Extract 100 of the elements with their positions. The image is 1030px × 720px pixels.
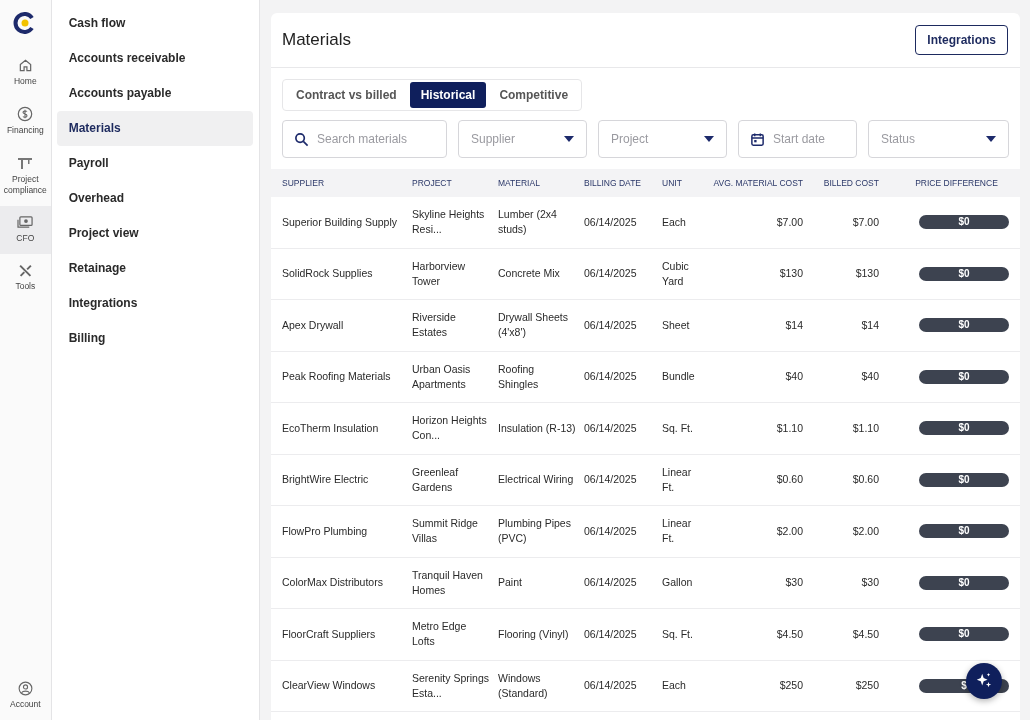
sidebar-item[interactable]: Materials <box>56 111 253 146</box>
cost-cell-text: $0.60 <box>775 472 803 488</box>
date-cell-text: 06/14/2025 <box>584 420 638 436</box>
cost-cell-text: $40 <box>860 369 879 385</box>
material-cell-text: Roofing Shingles <box>498 361 540 392</box>
cost-cell-text: $4.50 <box>775 626 803 642</box>
material-cell-text: Flooring (Vinyl) <box>498 626 570 642</box>
sidebar-item[interactable]: Overhead <box>56 181 253 216</box>
supplier-cell-text: Superior Building Supply <box>282 214 398 230</box>
account-icon <box>17 680 33 696</box>
material-cell-text: Paint <box>498 575 523 591</box>
date-cell-text: 06/14/2025 <box>584 266 638 282</box>
material-cell-text: Plumbing Pipes (PVC) <box>498 516 572 547</box>
unit-cell-text: Bundle <box>662 369 696 385</box>
rail-item[interactable]: Project compliance <box>0 146 51 207</box>
project-cell-text: Riverside Estates <box>412 310 457 341</box>
cost-cell-text: $0.60 <box>851 472 879 488</box>
price-difference-badge: $0 <box>919 627 1009 642</box>
dollar-icon <box>17 106 34 123</box>
project-cell-text: Greenleaf Gardens <box>412 464 460 495</box>
cost-cell-text: $40 <box>784 369 803 385</box>
supplier-cell-text: ColorMax Distributors <box>282 575 384 591</box>
search-icon <box>294 131 309 147</box>
price-difference-badge: $0 <box>919 215 1009 230</box>
caret-icon <box>704 136 714 142</box>
cost-cell-text: $2.00 <box>851 523 879 539</box>
column-header: BILLED COST <box>822 178 879 188</box>
column-header: SUPPLIER <box>282 178 326 188</box>
column-header: BILLING DATE <box>584 178 642 188</box>
integrations-button[interactable]: Integrations <box>915 25 1008 55</box>
supplier-cell-text: BrightWire Electric <box>282 472 370 488</box>
supplier-cell-text: Apex Drywall <box>282 317 345 333</box>
account-item[interactable]: Account <box>0 671 51 720</box>
price-difference-badge: $0 <box>919 421 1009 436</box>
project-cell-text: Tranquil Haven Homes <box>412 567 484 598</box>
price-difference-badge: $0 <box>919 524 1009 539</box>
unit-cell-text: Each <box>662 214 687 230</box>
project-cell-text: Urban Oasis Apartments <box>412 361 472 392</box>
cost-cell-text: $250 <box>778 678 803 694</box>
cash-icon <box>16 215 34 231</box>
rail-label: Financing <box>5 125 45 137</box>
calendar-icon <box>750 131 765 147</box>
price-difference-badge: $0 <box>919 318 1009 333</box>
project-cell-text: Summit Ridge Villas <box>412 516 479 547</box>
unit-cell-text: Gallon <box>662 575 694 591</box>
sidebar-item[interactable]: Payroll <box>56 146 253 181</box>
sidebar-item[interactable]: Accounts receivable <box>56 41 253 76</box>
rail-item[interactable]: Financing <box>0 97 51 147</box>
cost-cell-text: $30 <box>860 575 879 591</box>
column-header: MATERIAL <box>498 178 541 188</box>
page-title: Materials <box>282 30 351 50</box>
column-header: PROJECT <box>412 178 453 188</box>
rail-label: Home <box>13 76 38 88</box>
supplier-cell-text: FlowPro Plumbing <box>282 523 369 539</box>
material-cell-text: Electrical Wiring <box>498 472 575 488</box>
sidebar-item[interactable]: Retainage <box>56 251 253 286</box>
column-header: AVG. MATERIAL COST <box>712 178 803 188</box>
supplier-cell-text: FloorCraft Suppliers <box>282 626 377 642</box>
unit-cell-text: Sheet <box>662 317 691 333</box>
home-icon <box>17 58 33 73</box>
cost-cell-text: $7.00 <box>851 214 879 230</box>
rail-label: Tools <box>14 281 37 293</box>
cost-cell-text: $14 <box>860 317 879 333</box>
date-field[interactable]: Start date <box>738 120 857 158</box>
rail-label: Account <box>8 698 42 710</box>
project-cell-text: Harborview Tower <box>412 258 467 289</box>
price-difference-badge: $0 <box>919 369 1009 384</box>
column-header: UNIT <box>662 178 683 188</box>
tab[interactable]: Historical <box>409 82 487 108</box>
project-cell-text: Serenity Springs Esta... <box>412 670 491 701</box>
date-cell-text: 06/14/2025 <box>584 523 638 539</box>
rail-item[interactable]: CFO <box>0 206 51 255</box>
sidebar-item[interactable]: Accounts payable <box>56 76 253 111</box>
date-cell-text: 06/14/2025 <box>584 678 638 694</box>
sidebar-item[interactable]: Billing <box>56 321 253 356</box>
supplier-cell-text: ClearView Windows <box>282 678 377 694</box>
material-cell-text: Lumber (2x4 studs) <box>498 207 558 238</box>
search-field[interactable]: Search materials <box>282 120 447 158</box>
sidebar-item[interactable]: Project view <box>56 216 253 251</box>
sidebar-item[interactable]: Cash flow <box>56 6 253 41</box>
supplier-cell-text: SolidRock Supplies <box>282 266 374 282</box>
rail-item[interactable]: Tools <box>0 254 51 303</box>
price-difference-badge: $0 <box>919 266 1009 281</box>
cost-cell-text: $7.00 <box>775 214 803 230</box>
unit-cell-text: Cubic Yard <box>662 258 690 289</box>
rail-label: CFO <box>15 233 36 245</box>
cost-cell-text: $4.50 <box>851 626 879 642</box>
sparkle-icon <box>975 672 993 690</box>
unit-cell-text: Sq. Ft. <box>662 420 694 436</box>
rail-item[interactable]: Home <box>0 49 51 98</box>
material-cell-text: Insulation (R-13) <box>498 420 577 436</box>
cost-cell-text: $14 <box>784 317 803 333</box>
sidebar-item[interactable]: Integrations <box>56 286 253 321</box>
unit-cell-text: Linear Ft. <box>662 516 693 547</box>
date-cell-text: 06/14/2025 <box>584 369 638 385</box>
unit-cell-text: Each <box>662 678 687 694</box>
project-cell-text: Skyline Heights Resi... <box>412 207 486 238</box>
project-cell-text: Metro Edge Lofts <box>412 619 468 650</box>
caret-icon <box>986 136 996 142</box>
cost-cell-text: $1.10 <box>851 420 879 436</box>
